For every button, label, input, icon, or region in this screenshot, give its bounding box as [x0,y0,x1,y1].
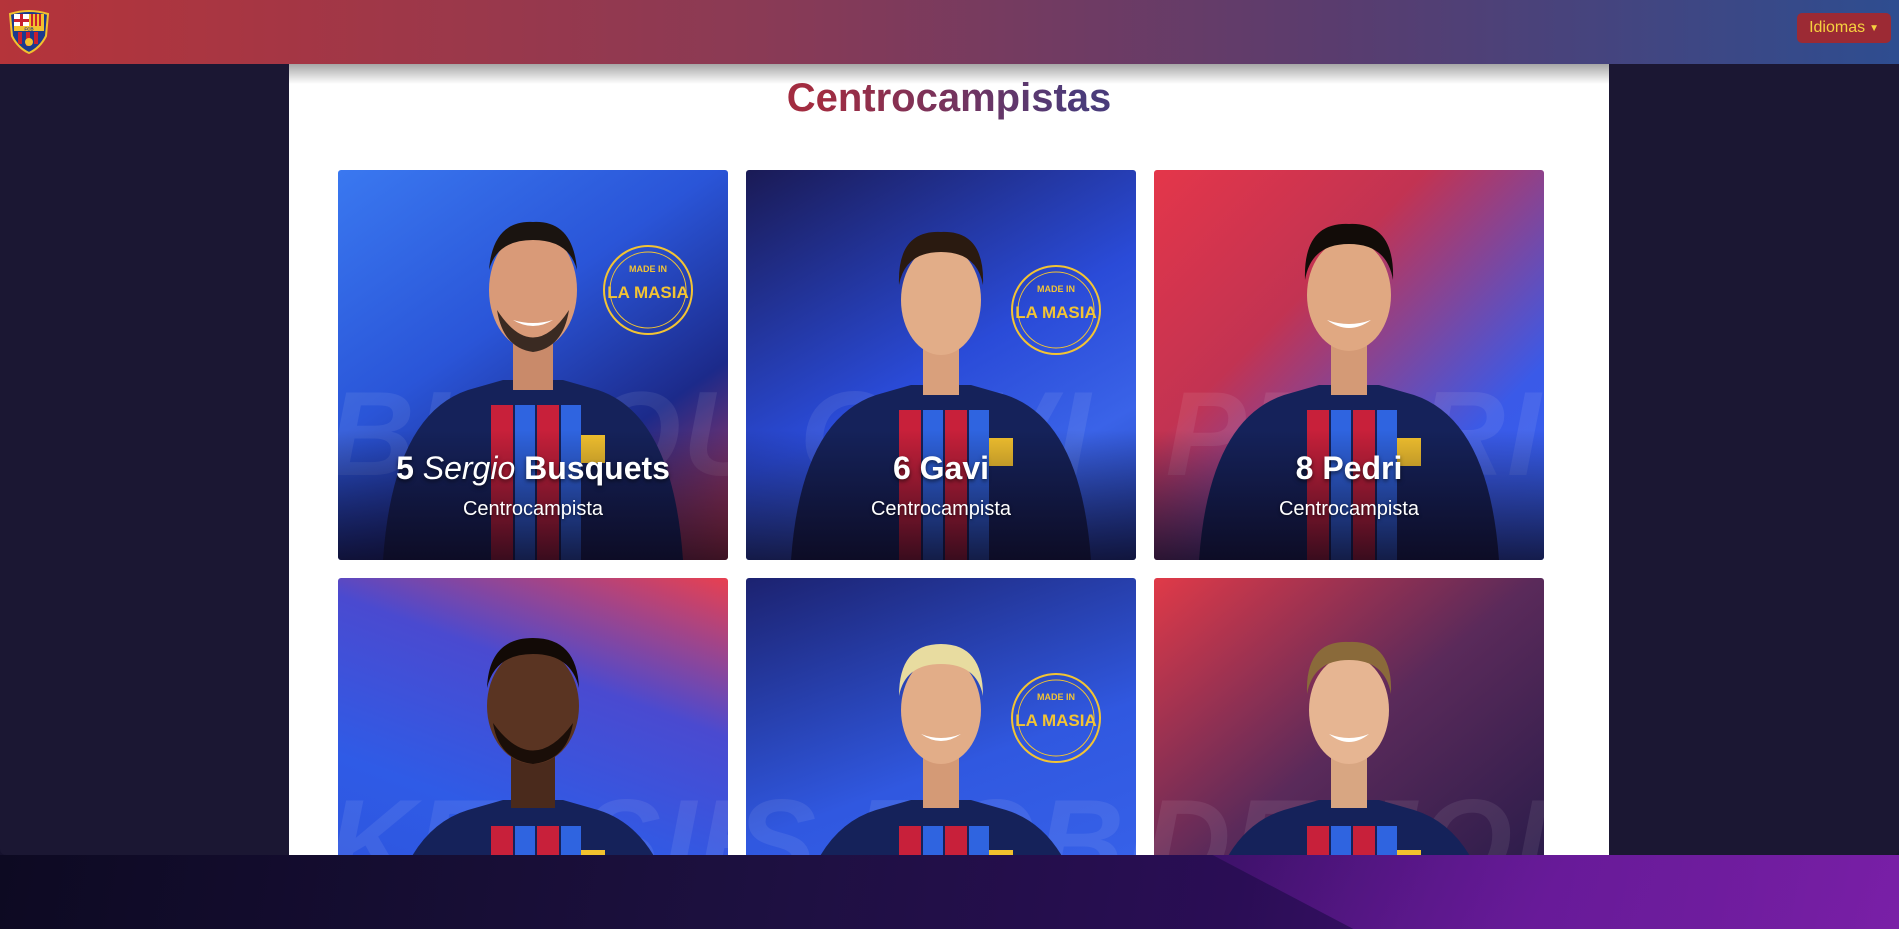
player-card-sergi-roberto[interactable]: S.ROBERTO MADE IN LA MASIA [746,578,1136,855]
languages-dropdown-button[interactable]: Idiomas ▼ [1797,13,1891,43]
svg-text:FCB: FCB [24,27,34,32]
svg-text:LA MASIA: LA MASIA [1015,303,1097,322]
player-position: Centrocampista [462,498,604,520]
player-name: 6 Gavi [746,450,1136,487]
player-number: 5 [396,450,414,486]
player-last-name: Gavi [919,450,990,486]
player-card-de-jong[interactable]: DE JONG [1154,578,1544,855]
player-card-kessie[interactable]: KESSIÉ [338,578,728,855]
main-content: Centrocampistas BUSQUETS MADE IN LA MASI… [289,64,1609,855]
svg-text:MADE IN: MADE IN [1037,692,1075,702]
player-last-name: Busquets [524,450,670,486]
player-card-pedri[interactable]: PEDRI 8 Pedri Centrocampista [1154,170,1544,560]
la-masia-badge: MADE IN LA MASIA [1011,265,1101,355]
player-name: 5 Sergio Busquets [338,450,728,487]
player-first-name: Sergio [422,450,516,486]
fcb-crest-logo[interactable]: FCB [6,6,52,54]
languages-label: Idiomas [1809,19,1866,36]
section-title: Centrocampistas [289,76,1609,121]
top-navbar: FCB Idiomas ▼ [0,0,1899,64]
svg-text:MADE IN: MADE IN [1037,284,1075,294]
player-last-name: Pedri [1322,450,1403,486]
la-masia-badge: MADE IN LA MASIA [603,245,693,335]
svg-text:LA MASIA: LA MASIA [1015,711,1097,730]
caret-down-icon: ▼ [1869,22,1879,34]
player-name: 8 Pedri [1154,450,1544,487]
player-number: 6 [892,450,911,486]
svg-text:LA MASIA: LA MASIA [607,283,689,302]
la-masia-badge: MADE IN LA MASIA [1011,673,1101,763]
player-card-gavi[interactable]: GAVI MADE IN LA MASIA 6 Gavi Centrocampi… [746,170,1136,560]
player-position: Centrocampista [1278,498,1420,520]
player-position: Centrocampista [870,498,1012,520]
player-photo [1228,641,1470,855]
player-number: 8 [1295,450,1314,486]
player-photo [412,638,654,855]
svg-text:MADE IN: MADE IN [629,264,667,274]
player-card-busquets[interactable]: BUSQUETS MADE IN LA MASIA 5 Sergio Busqu… [338,170,728,560]
